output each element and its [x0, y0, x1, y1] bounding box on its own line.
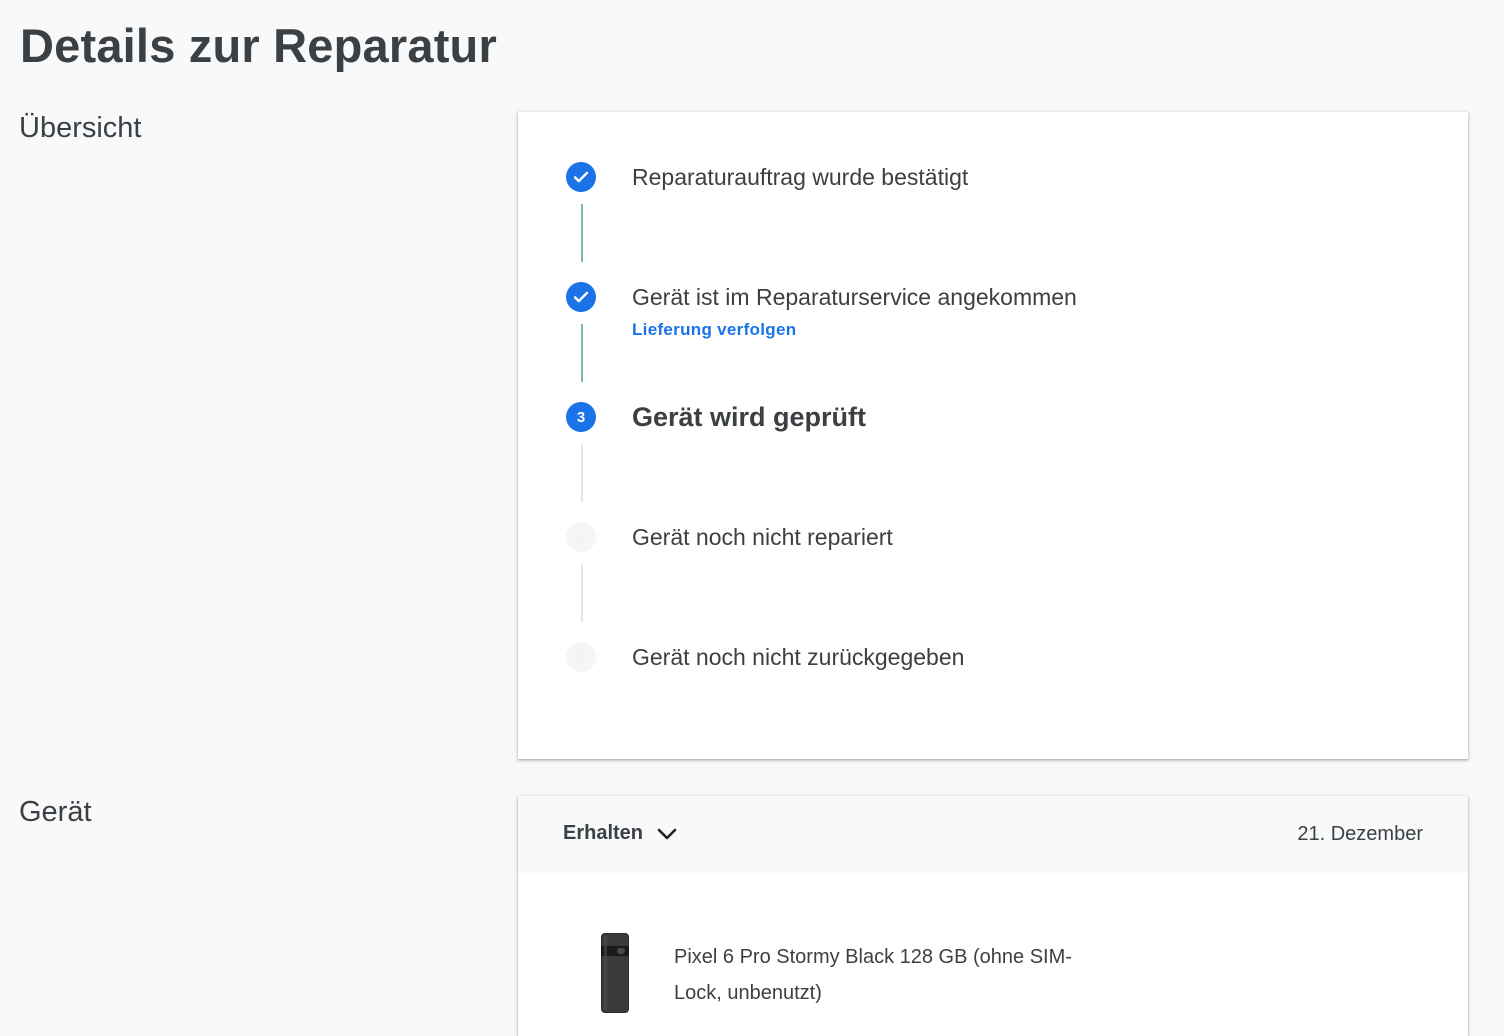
page-title: Details zur Reparatur: [20, 19, 497, 72]
step-3-label: Gerät wird geprüft: [632, 402, 867, 432]
step-1-check-icon: [566, 162, 596, 192]
status-dropdown-toggle[interactable]: Erhalten: [563, 822, 677, 845]
step-1-label: Reparaturauftrag wurde bestätigt: [632, 164, 969, 190]
step-5-label: Gerät noch nicht zurückgegeben: [632, 644, 965, 670]
track-delivery-link[interactable]: Lieferung verfolgen: [632, 320, 796, 340]
step-connector: [581, 444, 583, 502]
device-card: Erhalten 21. Dezember Pixel 6 Pro Stormy…: [518, 796, 1468, 1036]
step-connector: [581, 564, 583, 622]
chevron-down-icon: [657, 827, 677, 841]
overview-section-label: Übersicht: [19, 112, 142, 144]
step-2-check-icon: [566, 282, 596, 312]
repair-timeline-card: Reparaturauftrag wurde bestätigt Gerät i…: [518, 112, 1468, 759]
step-4-label: Gerät noch nicht repariert: [632, 524, 893, 550]
device-section-label: Gerät: [19, 796, 92, 828]
phone-image: [600, 932, 630, 1019]
step-5-number: 5: [576, 648, 586, 666]
step-4-number: 4: [576, 528, 586, 546]
product-name: Pixel 6 Pro Stormy Black 128 GB (ohne SI…: [674, 946, 1072, 1004]
step-5-number-icon: 5: [566, 642, 596, 672]
step-connector: [581, 204, 583, 262]
status-date: 21. Dezember: [1297, 823, 1423, 845]
step-connector: [581, 324, 583, 382]
status-label: Erhalten: [563, 822, 644, 844]
device-card-header: Erhalten 21. Dezember: [518, 796, 1468, 873]
step-2-label: Gerät ist im Reparaturservice angekommen: [632, 284, 1077, 310]
step-3-number-icon: 3: [566, 402, 596, 432]
step-4-number-icon: 4: [566, 522, 596, 552]
step-3-number: 3: [576, 408, 586, 426]
